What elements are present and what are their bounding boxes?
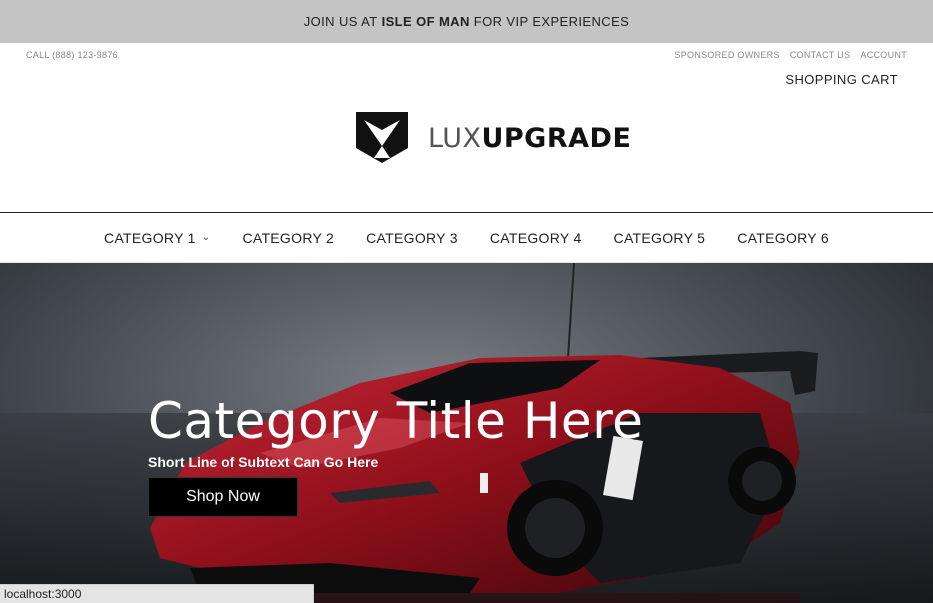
nav-item-category-5[interactable]: CATEGORY 5 xyxy=(614,230,706,246)
hero-banner: Category Title Here Short Line of Subtex… xyxy=(0,263,933,603)
sponsored-owners-link[interactable]: SPONSORED OWNERS xyxy=(674,50,779,60)
logo-text-lux: LUX xyxy=(428,122,482,154)
nav-item-category-4[interactable]: CATEGORY 4 xyxy=(490,230,582,246)
shop-now-button[interactable]: Shop Now xyxy=(148,477,298,517)
announcement-highlight: ISLE OF MAN xyxy=(381,14,470,29)
shopping-cart-link[interactable]: SHOPPING CART xyxy=(785,72,898,87)
announcement-suffix: FOR VIP EXPERIENCES xyxy=(473,14,630,29)
logo-mark-icon xyxy=(356,112,408,163)
hero-subtitle: Short Line of Subtext Can Go Here xyxy=(148,454,379,470)
nav-item-category-3[interactable]: CATEGORY 3 xyxy=(366,230,458,246)
logo-text-upgrade: UPGRADE xyxy=(481,122,632,154)
hero-title: Category Title Here xyxy=(148,392,644,450)
status-bar-url: localhost:3000 xyxy=(0,584,314,603)
nav-item-category-2[interactable]: CATEGORY 2 xyxy=(242,230,334,246)
phone-number: CALL (888) 123-9876 xyxy=(26,50,118,60)
logo-wordmark: LUXUPGRADE xyxy=(428,125,631,152)
nav-item-category-6[interactable]: CATEGORY 6 xyxy=(737,230,829,246)
nav-item-label: CATEGORY 1 xyxy=(104,229,196,246)
site-logo[interactable]: LUXUPGRADE xyxy=(356,112,631,164)
nav-item-category-1[interactable]: CATEGORY 1 ⌄ xyxy=(104,230,210,246)
announcement-prefix: JOIN US AT xyxy=(303,14,378,29)
main-nav: CATEGORY 1 ⌄ CATEGORY 2 CATEGORY 3 CATEG… xyxy=(0,212,933,263)
chevron-down-icon: ⌄ xyxy=(201,232,211,243)
contact-us-link[interactable]: CONTACT US xyxy=(790,50,851,60)
announcement-bar: JOIN US AT ISLE OF MAN FOR VIP EXPERIENC… xyxy=(0,0,933,43)
utility-nav: SPONSORED OWNERS CONTACT US ACCOUNT xyxy=(674,50,907,60)
account-link[interactable]: ACCOUNT xyxy=(860,50,907,60)
